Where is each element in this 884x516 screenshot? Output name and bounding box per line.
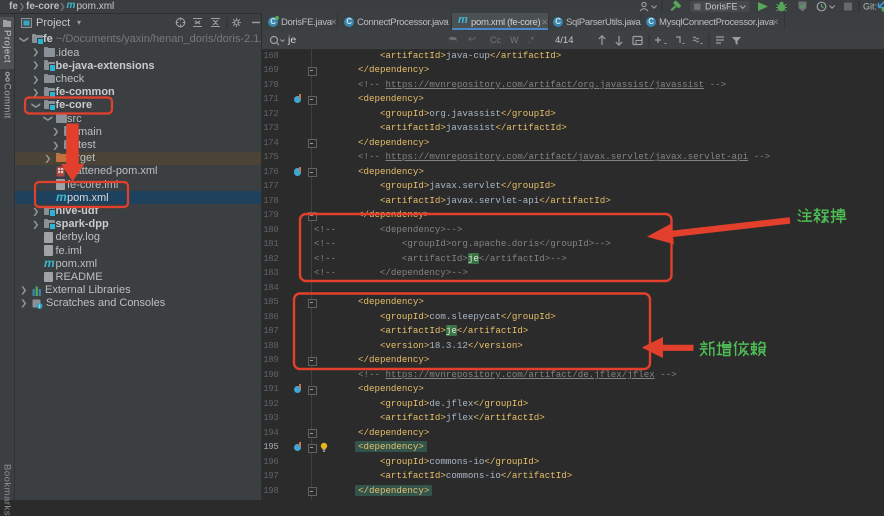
svg-text:DorisFE: DorisFE: [705, 2, 738, 12]
svg-text:Git:: Git:: [863, 2, 877, 12]
svg-text:i: i: [39, 304, 40, 309]
